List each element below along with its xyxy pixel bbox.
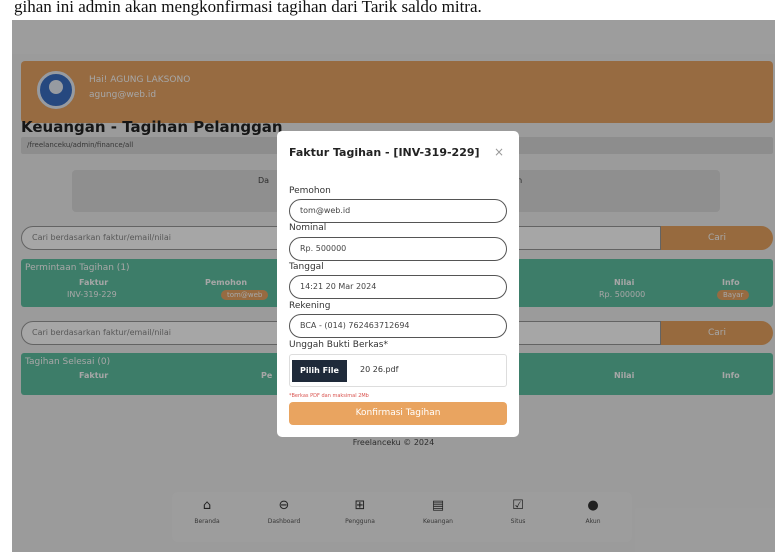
pemohon-field[interactable]: tom@web.id xyxy=(289,199,507,223)
app-screen: Hai! AGUNG LAKSONO agung@web.id Keuangan… xyxy=(12,20,775,552)
confirm-invoice-button[interactable]: Konfirmasi Tagihan xyxy=(289,402,507,425)
upload-hint: *Berkas PDF dan maksimal 2Mb xyxy=(289,393,369,399)
uploaded-filename: 20 26.pdf xyxy=(360,365,399,374)
tanggal-label: Tanggal xyxy=(289,262,324,272)
invoice-modal: Faktur Tagihan - [INV-319-229] × Pemohon… xyxy=(277,131,519,437)
pemohon-label: Pemohon xyxy=(289,186,331,196)
upload-label: Unggah Bukti Berkas* xyxy=(289,340,388,350)
modal-title: Faktur Tagihan - [INV-319-229] xyxy=(289,146,480,159)
choose-file-button[interactable]: Pilih File xyxy=(292,360,347,382)
file-upload: Pilih File 20 26.pdf xyxy=(289,354,507,387)
tanggal-field[interactable]: 14:21 20 Mar 2024 xyxy=(289,275,507,299)
close-icon[interactable]: × xyxy=(494,145,504,159)
rekening-label: Rekening xyxy=(289,301,331,311)
rekening-field[interactable]: BCA - (014) 762463712694 xyxy=(289,314,507,338)
nominal-label: Nominal xyxy=(289,223,327,233)
nominal-field[interactable]: Rp. 500000 xyxy=(289,237,507,261)
caption-text: gihan ini admin akan mengkonfirmasi tagi… xyxy=(14,0,482,16)
